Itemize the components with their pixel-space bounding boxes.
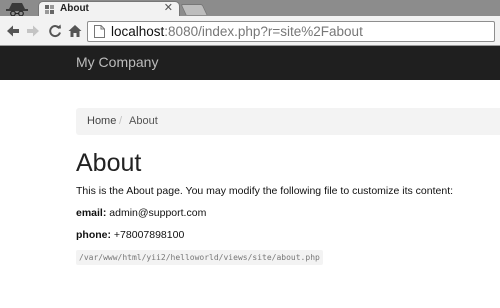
browser-toolbar: localhost:8080/index.php?r=site%2Fabout	[0, 16, 500, 46]
url-path: :8080/index.php?r=site%2Fabout	[164, 24, 363, 39]
address-bar[interactable]: localhost:8080/index.php?r=site%2Fabout	[87, 21, 495, 42]
browser-tab-strip: About ✕	[0, 0, 500, 16]
new-tab-button[interactable]	[180, 4, 208, 15]
home-icon[interactable]	[67, 23, 83, 39]
tab-title: About	[60, 3, 89, 14]
site-navbar: My Company	[0, 46, 500, 80]
brand-link[interactable]: My Company	[76, 54, 158, 71]
breadcrumb-home-link[interactable]: Home	[87, 115, 116, 128]
back-arrow-icon[interactable]	[5, 23, 21, 39]
intro-text: This is the About page. You may modify t…	[76, 185, 454, 197]
close-icon[interactable]: ✕	[164, 2, 173, 15]
address-url: localhost:8080/index.php?r=site%2Fabout	[111, 23, 363, 41]
email-value: admin@support.com	[109, 207, 207, 219]
incognito-icon	[6, 3, 28, 16]
breadcrumb-current: About	[129, 115, 158, 127]
page-title: About	[76, 149, 142, 177]
email-label: email:	[76, 207, 107, 219]
phone-line: phone: +78007898100	[76, 229, 184, 242]
breadcrumb-separator: /	[119, 115, 123, 127]
file-path-code: /var/www/html/yii2/helloworld/views/site…	[76, 250, 323, 265]
yii-favicon-icon	[45, 5, 54, 14]
phone-value: +78007898100	[113, 229, 185, 241]
reload-icon[interactable]	[47, 23, 63, 39]
forward-arrow-icon[interactable]	[25, 23, 41, 39]
breadcrumb: Home / About	[76, 108, 500, 135]
url-host: localhost	[111, 24, 165, 39]
phone-label: phone:	[76, 229, 111, 241]
browser-tab-about[interactable]: About ✕	[38, 1, 180, 16]
page-icon	[94, 25, 105, 38]
email-line: email: admin@support.com	[76, 207, 206, 220]
